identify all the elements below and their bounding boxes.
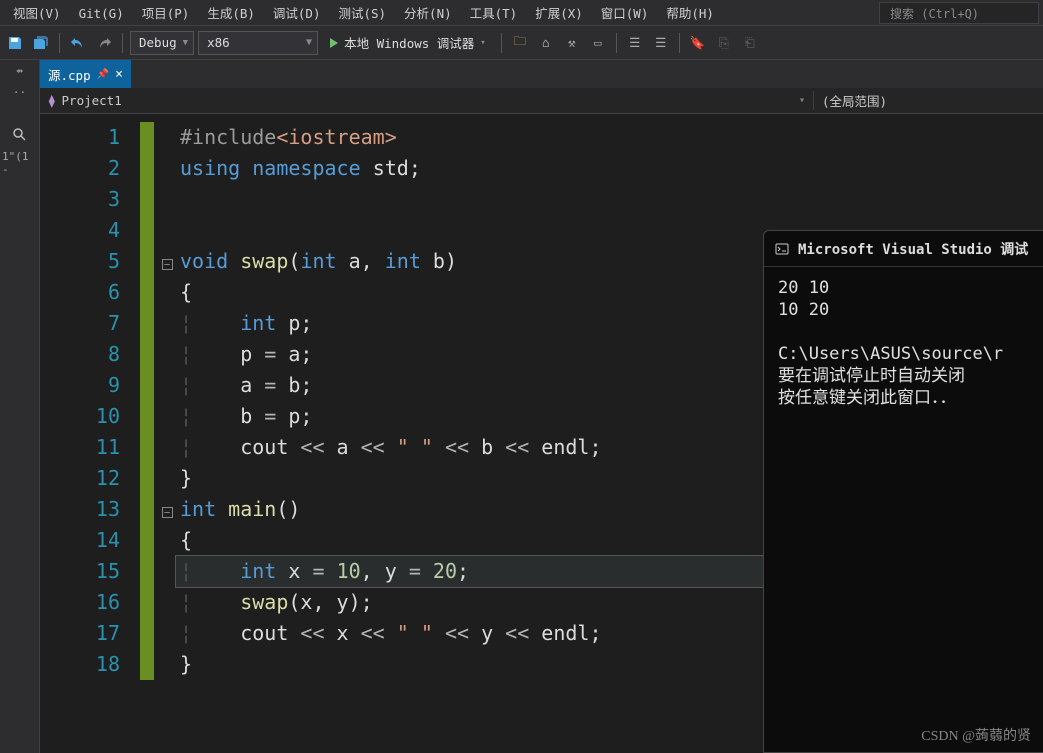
pin-icon[interactable]: 📌: [97, 69, 109, 80]
config-label: Debug: [139, 35, 177, 50]
rail-text: 1"(1 -: [0, 148, 39, 178]
toolbox-icon[interactable]: ⚒: [561, 32, 583, 54]
scope-label: (全局范围): [822, 91, 887, 110]
project-selector[interactable]: ⧫ Project1 ▾: [40, 93, 813, 108]
menu-item[interactable]: 扩展(X): [526, 3, 592, 24]
tabstrip: 源.cpp 📌 ×: [40, 60, 1043, 88]
chevron-down-icon: ▾: [799, 95, 805, 106]
separator: [679, 33, 680, 53]
console-icon: [774, 241, 790, 257]
toolbar: Debug▼ x86▼ 本地 Windows 调试器▾ 🗀 ⌂ ⚒ ▭ ☰ ☰ …: [0, 26, 1043, 60]
pin-icon[interactable]: ⇴: [16, 64, 23, 77]
config-dropdown[interactable]: Debug▼: [130, 31, 194, 55]
project-icon: ⧫: [48, 93, 56, 108]
project-name: Project1: [62, 93, 122, 108]
save-icon[interactable]: [4, 32, 26, 54]
redo-icon[interactable]: [93, 32, 115, 54]
undo-icon[interactable]: [67, 32, 89, 54]
start-label: 本地 Windows 调试器: [344, 33, 474, 52]
folder-icon[interactable]: 🗀: [509, 32, 531, 54]
indent-icon[interactable]: ☰: [624, 32, 646, 54]
menu-item[interactable]: 项目(P): [133, 3, 199, 24]
fold-toggle[interactable]: −: [162, 507, 173, 518]
menu-item[interactable]: 帮助(H): [657, 3, 723, 24]
menu-item[interactable]: 窗口(W): [592, 3, 658, 24]
menu-item[interactable]: 调试(D): [264, 3, 330, 24]
tab-title: 源.cpp: [48, 65, 91, 84]
nav-bar: ⧫ Project1 ▾ (全局范围): [40, 88, 1043, 114]
scope-selector[interactable]: (全局范围): [813, 91, 1043, 110]
menu-item[interactable]: 生成(B): [198, 3, 264, 24]
left-rail: ⇴ .. 1"(1 -: [0, 60, 40, 753]
watermark: CSDN @蒟蒻的贤: [921, 725, 1031, 745]
line-number-gutter: 123456789101112131415161718: [40, 114, 140, 753]
bookmark-icon[interactable]: 🔖: [687, 32, 709, 54]
search-box[interactable]: 搜索 (Ctrl+Q): [879, 2, 1039, 24]
change-marker: [140, 122, 154, 680]
separator: [616, 33, 617, 53]
menubar: 视图(V)Git(G)项目(P)生成(B)调试(D)测试(S)分析(N)工具(T…: [0, 0, 1043, 26]
code-line[interactable]: #include<iostream>: [176, 122, 1043, 153]
platform-label: x86: [207, 35, 230, 50]
rail-search-icon[interactable]: [13, 128, 27, 142]
play-icon: [330, 38, 338, 48]
start-debug-button[interactable]: 本地 Windows 调试器▾: [322, 31, 494, 55]
separator: [122, 33, 123, 53]
console-titlebar[interactable]: Microsoft Visual Studio 调试: [764, 231, 1043, 267]
home-icon[interactable]: ⌂: [535, 32, 557, 54]
fold-toggle[interactable]: −: [162, 259, 173, 270]
debug-console: Microsoft Visual Studio 调试 20 10 10 20 C…: [763, 230, 1043, 753]
fold-gutter: −−: [154, 114, 176, 753]
file-tab[interactable]: 源.cpp 📌 ×: [40, 60, 131, 88]
outdent-icon[interactable]: ☰: [650, 32, 672, 54]
code-line[interactable]: [176, 184, 1043, 215]
menu-item[interactable]: 测试(S): [329, 3, 395, 24]
rail-dots: ..: [13, 83, 26, 96]
separator: [501, 33, 502, 53]
console-title-text: Microsoft Visual Studio 调试: [798, 239, 1028, 259]
menu-item[interactable]: 视图(V): [4, 3, 70, 24]
console-output: 20 10 10 20 C:\Users\ASUS\source\r 要在调试停…: [764, 267, 1043, 419]
platform-dropdown[interactable]: x86▼: [198, 31, 318, 55]
window-icon[interactable]: ▭: [587, 32, 609, 54]
separator: [59, 33, 60, 53]
uncomment-icon[interactable]: ⎗: [739, 32, 761, 54]
menu-item[interactable]: 分析(N): [395, 3, 461, 24]
comment-icon[interactable]: ⎘: [713, 32, 735, 54]
menu-item[interactable]: 工具(T): [461, 3, 527, 24]
save-all-icon[interactable]: [30, 32, 52, 54]
close-icon[interactable]: ×: [115, 67, 123, 82]
menu-item[interactable]: Git(G): [70, 3, 133, 24]
code-line[interactable]: using namespace std;: [176, 153, 1043, 184]
